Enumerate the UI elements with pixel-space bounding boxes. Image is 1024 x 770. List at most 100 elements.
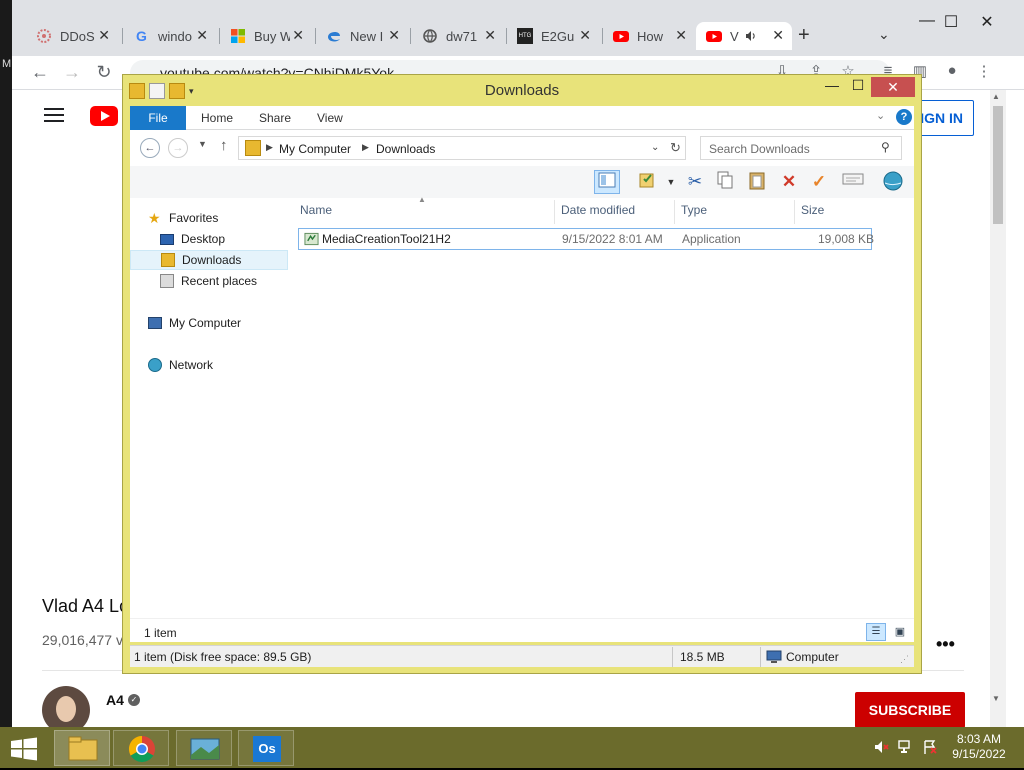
tab-share[interactable]: Share xyxy=(259,111,291,125)
copy-icon[interactable] xyxy=(712,170,738,194)
tab-close-icon[interactable]: ✕ xyxy=(484,27,496,44)
network-status-icon[interactable] xyxy=(898,739,914,758)
scroll-up-arrow-icon[interactable]: ▲ xyxy=(992,92,1000,101)
tab-htg[interactable]: HTG E2Gu ✕ xyxy=(507,22,599,50)
taskbar-file-explorer[interactable] xyxy=(54,730,110,766)
paste-icon[interactable] xyxy=(744,170,770,194)
column-divider[interactable] xyxy=(794,200,795,224)
address-toolbar: ← → ▼ ↑ ▶ My Computer ▶ Downloads ⌄ ↻ Se… xyxy=(130,130,914,166)
scrollbar-thumb[interactable] xyxy=(993,106,1003,224)
nav-recent-places[interactable]: Recent places xyxy=(130,271,288,291)
youtube-logo[interactable] xyxy=(90,106,118,126)
clock-time: 8:03 AM xyxy=(956,732,1002,746)
large-icons-view-icon[interactable]: ▣ xyxy=(890,623,910,641)
tab-home[interactable]: Home xyxy=(201,111,233,125)
file-row[interactable]: MediaCreationTool21H2 9/15/2022 8:01 AM … xyxy=(298,228,874,250)
windows-start-icon[interactable] xyxy=(10,737,38,761)
forward-arrow-icon[interactable]: → xyxy=(60,60,84,84)
maximize-icon[interactable]: ☐ xyxy=(940,12,962,31)
channel-avatar[interactable] xyxy=(42,686,90,727)
tab-youtube-how[interactable]: How ✕ xyxy=(603,22,695,50)
dropdown-arrow-icon[interactable]: ▼ xyxy=(658,170,684,194)
column-date-modified[interactable]: Date modified xyxy=(561,203,635,223)
recent-locations-icon[interactable]: ▼ xyxy=(198,139,207,149)
column-divider[interactable] xyxy=(674,200,675,224)
properties-checklist-icon[interactable] xyxy=(634,170,660,194)
breadcrumb-downloads[interactable]: Downloads xyxy=(376,142,435,156)
taskbar-chrome[interactable] xyxy=(113,730,169,766)
tab-close-icon[interactable]: ✕ xyxy=(196,27,208,44)
tab-close-icon[interactable]: ✕ xyxy=(292,27,304,44)
address-history-chevron-icon[interactable]: ⌄ xyxy=(651,142,659,153)
system-clock[interactable]: 8:03 AM 9/15/2022 xyxy=(948,732,1010,762)
close-icon[interactable]: ✕ xyxy=(976,12,998,31)
minimize-icon[interactable]: — xyxy=(821,77,843,95)
refresh-icon[interactable]: ↻ xyxy=(670,140,681,156)
help-icon[interactable]: ? xyxy=(896,109,912,125)
maximize-icon[interactable]: ☐ xyxy=(847,77,869,95)
action-center-flag-icon[interactable] xyxy=(922,739,938,758)
tab-close-icon[interactable]: ✕ xyxy=(388,27,400,44)
taskbar-outlook[interactable]: Os xyxy=(238,730,294,766)
forward-arrow-icon[interactable]: → xyxy=(168,138,188,158)
channel-name[interactable]: A4 xyxy=(106,692,124,708)
title-bar[interactable]: ▾ Downloads — ☐ ✕ xyxy=(123,75,921,105)
breadcrumb-arrow-icon[interactable]: ▶ xyxy=(266,142,273,153)
tab-file[interactable]: File xyxy=(130,106,186,130)
back-arrow-icon[interactable]: ← xyxy=(28,60,52,84)
network-globe-icon[interactable] xyxy=(880,170,906,194)
volume-muted-icon[interactable] xyxy=(874,739,890,758)
cut-icon[interactable]: ✂ xyxy=(682,170,708,194)
address-bar[interactable]: ▶ My Computer ▶ Downloads ⌄ ↻ xyxy=(238,136,686,160)
scroll-down-arrow-icon[interactable]: ▼ xyxy=(992,694,1000,703)
nav-downloads[interactable]: Downloads xyxy=(130,250,288,270)
profile-avatar-icon[interactable]: ● xyxy=(942,62,962,82)
more-actions-icon[interactable]: ••• xyxy=(936,634,955,655)
file-type: Application xyxy=(682,232,741,246)
chrome-menu-icon[interactable]: ⋮ xyxy=(974,62,994,82)
details-view-icon[interactable]: ☰ xyxy=(866,623,886,641)
tab-close-icon[interactable]: ✕ xyxy=(98,27,110,44)
nav-desktop[interactable]: Desktop xyxy=(130,229,288,249)
rename-check-icon[interactable]: ✓ xyxy=(806,170,832,194)
background-window-strip: M xyxy=(0,0,12,727)
up-arrow-icon[interactable]: ↑ xyxy=(220,137,228,154)
tab-title: DDoS xyxy=(60,28,95,44)
nav-network[interactable]: Network xyxy=(130,355,288,375)
resize-grip-icon[interactable]: ⋰ xyxy=(900,654,909,665)
preview-pane-icon[interactable] xyxy=(594,170,620,194)
column-name[interactable]: Name xyxy=(300,203,332,223)
close-icon[interactable]: ✕ xyxy=(871,77,915,97)
tab-close-icon[interactable]: ✕ xyxy=(675,27,687,44)
column-divider[interactable] xyxy=(554,200,555,224)
breadcrumb-my-computer[interactable]: My Computer xyxy=(279,142,351,156)
search-input[interactable]: Search Downloads ⚲ xyxy=(700,136,902,160)
tab-close-icon[interactable]: ✕ xyxy=(579,27,591,44)
subscribe-button[interactable]: SUBSCRIBE xyxy=(855,692,965,727)
back-arrow-icon[interactable]: ← xyxy=(140,138,160,158)
reload-icon[interactable]: ↻ xyxy=(92,60,116,84)
column-size[interactable]: Size xyxy=(801,203,824,223)
breadcrumb-arrow-icon[interactable]: ▶ xyxy=(362,142,369,153)
tab-microsoft[interactable]: Buy W ✕ xyxy=(220,22,312,50)
delete-icon[interactable]: ✕ xyxy=(776,170,802,194)
new-item-icon[interactable] xyxy=(840,170,866,194)
nav-favorites[interactable]: ★ Favorites xyxy=(130,208,288,228)
tab-edge[interactable]: New I ✕ xyxy=(316,22,408,50)
tab-dw71[interactable]: dw71 ✕ xyxy=(412,22,504,50)
taskbar-image-viewer[interactable] xyxy=(176,730,232,766)
tab-ddos[interactable]: DDoS ✕ xyxy=(26,22,118,50)
tab-search-chevron-icon[interactable]: ⌄ xyxy=(878,26,890,43)
tab-view[interactable]: View xyxy=(317,111,343,125)
hamburger-menu-icon[interactable] xyxy=(44,108,64,124)
nav-my-computer[interactable]: My Computer xyxy=(130,313,288,333)
tab-google[interactable]: G windo ✕ xyxy=(124,22,216,50)
audio-playing-icon[interactable] xyxy=(744,29,758,43)
search-icon[interactable]: ⚲ xyxy=(881,140,890,154)
chevron-down-icon[interactable]: ⌄ xyxy=(876,109,885,122)
tab-youtube-active[interactable]: V ✕ xyxy=(696,22,792,50)
tab-close-icon[interactable]: ✕ xyxy=(772,27,784,44)
column-type[interactable]: Type xyxy=(681,203,707,223)
minimize-icon[interactable]: — xyxy=(916,12,938,30)
new-tab-button[interactable]: + xyxy=(798,24,810,47)
